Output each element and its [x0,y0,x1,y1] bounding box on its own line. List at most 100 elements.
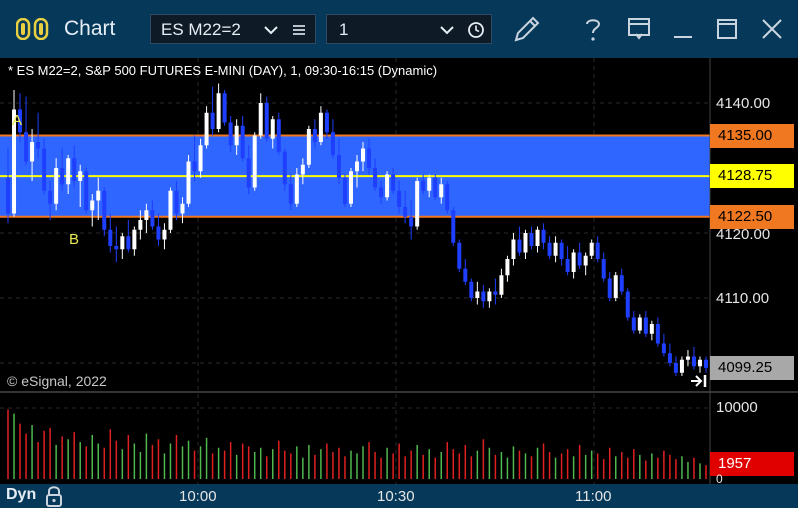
candle-body [270,119,275,139]
candle-body [192,161,197,172]
candle-body [54,168,59,204]
candle-body [138,220,143,230]
candle-body [511,239,516,259]
dynamic-mode-label[interactable]: Dyn [6,486,36,504]
candle-body [30,142,35,162]
candle-body [553,242,558,256]
clock-icon[interactable] [467,21,485,39]
candle-body [607,278,612,298]
candle-body [541,229,546,243]
candle-body [6,177,10,214]
candle-body [96,190,101,201]
price-label-middle: 4128.75 [710,164,794,188]
help-icon[interactable] [576,12,610,46]
candle-body [481,291,486,302]
close-icon[interactable] [755,12,789,46]
candle-body [294,174,299,204]
candle-body [174,190,179,214]
candle-body [403,207,408,217]
candle-body [318,112,323,142]
candle-body [355,161,359,172]
candle-body [613,275,618,298]
candle-body [282,151,287,185]
candle-body [499,275,504,295]
pencil-icon[interactable] [510,12,544,46]
lock-icon[interactable] [44,484,64,508]
candle-body [457,242,462,269]
maximize-icon[interactable] [710,12,744,46]
candle-body [60,168,65,185]
x-tick-label: 10:30 [377,488,415,505]
copyright-text: © eSignal, 2022 [7,373,107,389]
candle-body [36,142,41,149]
chevron-down-icon[interactable] [439,23,455,37]
candle-body [649,324,654,334]
candle-body [373,168,378,188]
label-b: B [69,231,80,248]
candle-body [529,233,534,246]
candle-body [577,252,582,266]
candle-body [258,103,263,136]
candle-body [108,229,113,246]
candle-body [685,356,690,360]
candle-body [342,177,347,204]
candle-body [661,343,666,354]
candle-body [348,171,353,204]
candle-body [637,317,642,331]
candle-body [234,125,239,146]
candle-body [336,155,341,178]
template-icon[interactable] [622,12,656,46]
minimize-icon[interactable] [666,12,700,46]
menu-icon[interactable] [292,23,306,37]
candle-body [288,184,293,204]
candle-body [415,181,420,227]
candle-body [445,184,450,211]
candle-body [156,226,161,240]
candle-body [204,112,209,146]
candle-body [276,119,281,152]
candle-body [379,187,384,198]
candle-body [397,190,402,207]
x-tick-label: 10:00 [179,488,217,505]
candle-body [367,148,372,168]
candle-body [463,268,468,282]
candle-body [132,229,137,250]
y-tick-label: 4110.00 [716,290,770,307]
candle-body [487,291,492,302]
candle-body [42,148,47,191]
candle-body [493,291,498,295]
candle-body [150,210,155,227]
candle-body [625,291,630,318]
jump-to-end-icon[interactable] [690,373,708,389]
interval-value[interactable]: 1 [339,20,348,40]
candle-body [631,317,636,331]
candle-body [505,259,510,276]
candle-body [114,246,119,250]
candle-body [535,229,540,246]
candle-body [673,363,678,373]
candle-body [409,216,414,227]
candle-body [679,359,684,373]
candle-body [601,259,606,279]
candle-body [144,210,149,220]
candle-body [102,190,107,230]
candle-body [324,112,329,133]
candle-body [216,93,221,129]
candle-body [385,174,390,198]
chevron-down-icon[interactable] [263,23,279,37]
candle-body [210,112,215,129]
candle-body [427,177,432,191]
price-chart[interactable] [0,58,798,484]
candle-body [222,93,227,123]
candle-body [126,236,131,250]
candle-body [72,158,77,181]
symbol-value[interactable]: ES M22=2 [161,20,241,40]
candle-body [655,324,660,344]
candle-body [168,190,173,230]
interval-selector[interactable]: 1 [326,14,492,44]
candle-body [198,145,203,172]
candle-body [667,353,672,363]
candle-body [697,359,702,367]
y-tick-label: 4140.00 [716,95,771,112]
symbol-selector[interactable]: ES M22=2 [150,14,316,44]
